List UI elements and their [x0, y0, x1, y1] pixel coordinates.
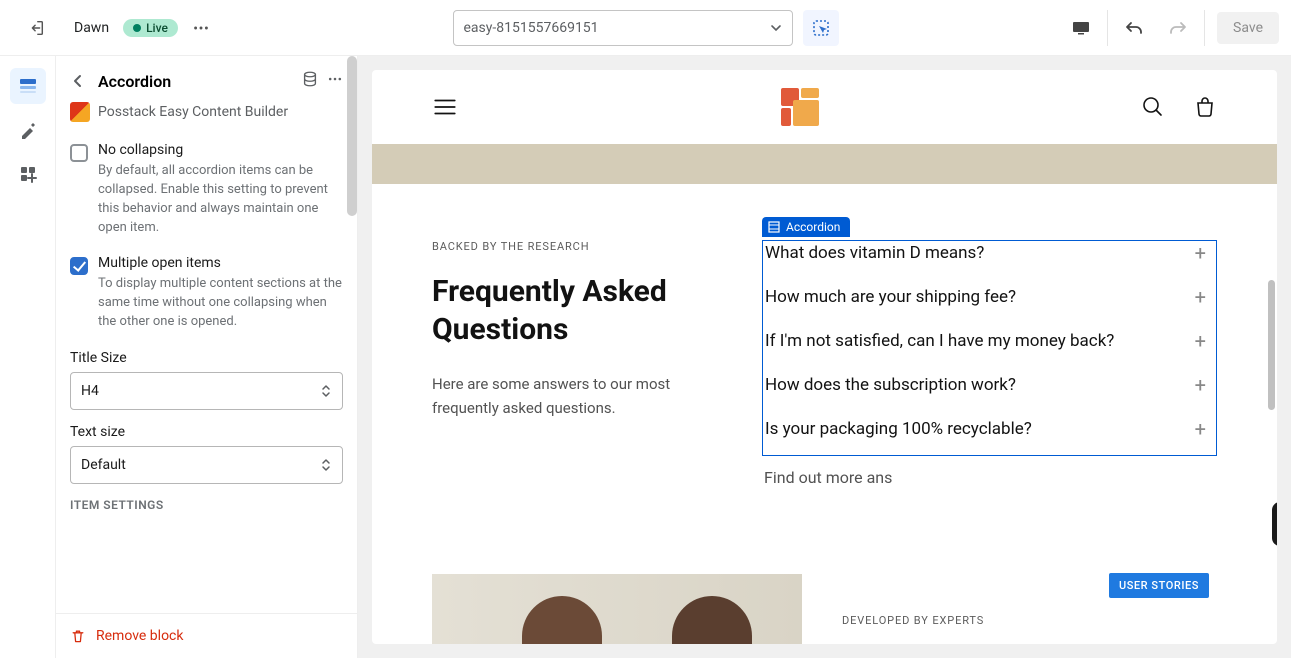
panel-scrollbar[interactable] [347, 56, 357, 216]
save-button[interactable]: Save [1217, 12, 1279, 44]
select-arrows-icon [320, 458, 332, 472]
text-size-value: Default [81, 457, 126, 473]
divider [1107, 10, 1108, 46]
cart-button[interactable] [1193, 95, 1217, 119]
faq-right: Accordion What does vitamin D means?+ Ho… [762, 240, 1217, 487]
find-more-text: Find out more ans [762, 468, 1217, 487]
multiple-open-desc: To display multiple content sections at … [98, 275, 343, 332]
plus-icon: + [1195, 373, 1206, 397]
faq-left: BACKED BY THE RESEARCH Frequently Asked … [432, 240, 732, 487]
chip-label: Accordion [786, 220, 840, 234]
theme-name: Dawn [74, 20, 109, 36]
topbar: Dawn Live easy-8151557669151 Save [0, 0, 1291, 56]
sections-tab[interactable] [10, 68, 46, 104]
accordion-box[interactable]: What does vitamin D means?+ How much are… [762, 240, 1217, 456]
preview-scrollbar[interactable] [1268, 280, 1275, 410]
topbar-left: Dawn Live [12, 19, 210, 37]
accordion-item[interactable]: If I'm not satisfied, can I have my mone… [763, 319, 1216, 363]
redo-button[interactable] [1156, 10, 1200, 46]
status-badge: Live [123, 19, 178, 37]
faq-title: Frequently Asked Questions [432, 273, 732, 348]
experts-eyebrow: DEVELOPED BY EXPERTS [802, 574, 984, 627]
no-collapsing-desc: By default, all accordion items can be c… [98, 162, 343, 237]
move-up-button[interactable] [1276, 506, 1277, 542]
template-select-value: easy-8151557669151 [464, 20, 599, 36]
remove-block-button[interactable]: Remove block [56, 613, 357, 658]
multiple-open-title: Multiple open items [98, 255, 343, 271]
plus-icon: + [1195, 329, 1206, 353]
accordion-item[interactable]: How does the subscription work?+ [763, 363, 1216, 407]
title-size-select[interactable]: H4 [70, 372, 343, 410]
inspector-toggle-button[interactable] [803, 10, 839, 46]
select-arrows-icon [320, 384, 332, 398]
experts-image [432, 574, 802, 644]
accordion-selection-chip[interactable]: Accordion [762, 217, 850, 237]
panel-header: Accordion [56, 56, 357, 102]
faq-eyebrow: BACKED BY THE RESEARCH [432, 240, 732, 253]
data-source-icon[interactable] [301, 70, 319, 92]
more-actions-button[interactable] [192, 19, 210, 37]
multiple-open-setting: Multiple open items To display multiple … [70, 255, 343, 332]
text-size-select[interactable]: Default [70, 446, 343, 484]
remove-block-label: Remove block [96, 628, 183, 644]
theme-settings-tab[interactable] [10, 112, 46, 148]
plus-icon: + [1195, 285, 1206, 309]
viewport-desktop-button[interactable] [1059, 10, 1103, 46]
plus-icon: + [1195, 241, 1206, 265]
brand-text: Posstack Easy Content Builder [98, 104, 288, 120]
hero-strip [372, 144, 1277, 184]
panel-body: No collapsing By default, all accordion … [56, 134, 357, 613]
undo-button[interactable] [1112, 10, 1156, 46]
panel-subhead: Posstack Easy Content Builder [56, 102, 357, 134]
left-rail [0, 56, 56, 658]
title-size-value: H4 [81, 383, 99, 399]
hamburger-menu-button[interactable] [432, 94, 458, 120]
chevron-down-icon [770, 22, 782, 34]
no-collapsing-title: No collapsing [98, 142, 343, 158]
storefront-header [372, 70, 1277, 144]
preview-frame: BACKED BY THE RESEARCH Frequently Asked … [372, 70, 1277, 644]
text-size-label: Text size [70, 424, 343, 440]
topbar-right: Save [1059, 10, 1279, 46]
topbar-center: easy-8151557669151 [453, 10, 839, 46]
faq-intro: Here are some answers to our most freque… [432, 372, 732, 420]
brand-swatch-icon [70, 102, 90, 122]
panel-title: Accordion [98, 72, 293, 91]
multiple-open-checkbox[interactable] [70, 257, 88, 275]
canvas: BACKED BY THE RESEARCH Frequently Asked … [358, 56, 1291, 658]
no-collapsing-checkbox[interactable] [70, 144, 88, 162]
apps-tab[interactable] [10, 156, 46, 192]
accordion-item[interactable]: What does vitamin D means?+ [763, 241, 1216, 275]
store-logo[interactable] [775, 82, 825, 132]
search-button[interactable] [1141, 95, 1165, 119]
template-select[interactable]: easy-8151557669151 [453, 10, 793, 46]
title-size-label: Title Size [70, 350, 343, 366]
accordion-item[interactable]: How much are your shipping fee?+ [763, 275, 1216, 319]
floating-toolbar [1272, 502, 1277, 546]
experts-section: DEVELOPED BY EXPERTS [372, 574, 1277, 644]
accordion-item[interactable]: Is your packaging 100% recyclable?+ [763, 407, 1216, 455]
faq-section: BACKED BY THE RESEARCH Frequently Asked … [372, 184, 1277, 497]
no-collapsing-setting: No collapsing By default, all accordion … [70, 142, 343, 237]
exit-editor-button[interactable] [12, 19, 60, 37]
settings-panel: Accordion Posstack Easy Content Builder … [56, 56, 358, 658]
trash-icon [70, 628, 86, 644]
selection-icon [768, 221, 780, 233]
divider [1204, 10, 1205, 46]
more-icon[interactable] [327, 71, 343, 91]
plus-icon: + [1195, 417, 1206, 441]
back-button[interactable] [70, 73, 90, 89]
item-settings-label: ITEM SETTINGS [70, 498, 343, 512]
